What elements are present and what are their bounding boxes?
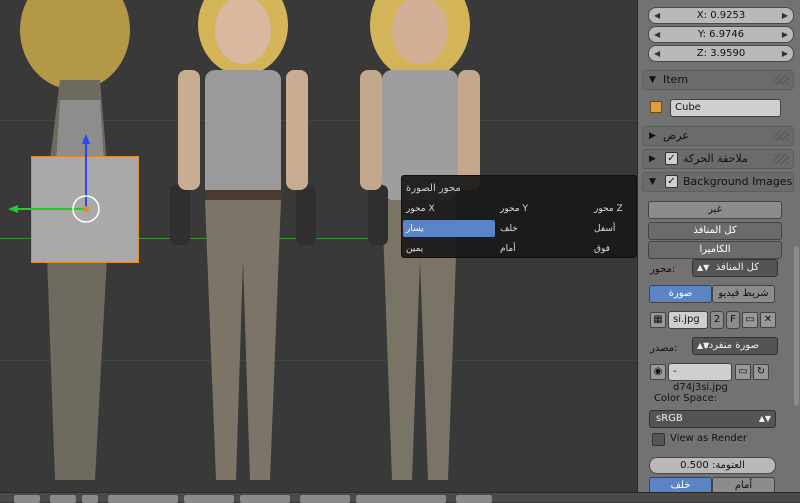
expand-triangle-icon: ▼ (649, 75, 656, 85)
view-as-render-checkbox[interactable] (652, 433, 665, 446)
source-label: مصدر: (650, 343, 678, 354)
item-section-header[interactable]: ▼ Item (642, 70, 794, 90)
reload-icon[interactable]: ↻ (753, 364, 769, 380)
popup-item-bottom[interactable]: أسفل (594, 224, 615, 234)
back-button[interactable]: خلف (649, 477, 712, 492)
view-as-render-label: View as Render (670, 433, 748, 444)
popup-title: محور الصورة (406, 183, 461, 194)
location-x-field[interactable]: ◀ X: 0.9253 ▶ (648, 7, 794, 24)
popup-item-top[interactable]: فوق (594, 244, 610, 254)
color-space-dropdown[interactable]: sRGB ▲▼ (649, 410, 776, 428)
background-images-section-header[interactable]: ▼ ✓ Background Images (642, 172, 794, 192)
background-images-checkbox[interactable]: ✓ (665, 175, 678, 188)
location-y-field[interactable]: ◀ Y: 6.9746 ▶ (648, 26, 794, 43)
file-path-field[interactable]: -d74j3si.jpg (668, 363, 732, 393)
open-file-icon[interactable]: ▭ (742, 312, 758, 328)
panel-scrollbar[interactable] (794, 246, 799, 406)
motion-tracking-checkbox[interactable]: ✓ (665, 152, 678, 165)
drag-handle-icon[interactable] (773, 131, 789, 141)
object-name-field[interactable]: Cube (670, 99, 781, 117)
close-icon[interactable]: ✕ (760, 312, 776, 328)
drag-handle-icon[interactable] (773, 154, 789, 164)
popup-item-right[interactable]: يمين (406, 244, 423, 254)
popup-col-x: محور X (406, 204, 435, 214)
drag-handle-icon[interactable] (773, 75, 789, 85)
updown-arrows-icon: ▲▼ (758, 414, 771, 423)
fake-user-button[interactable]: F (726, 311, 740, 329)
popup-item-back[interactable]: خلف (500, 224, 518, 234)
popup-col-z: محور Z (594, 204, 623, 214)
axis-camera-option[interactable]: الكاميرا (648, 241, 782, 259)
expand-triangle-icon: ▼ (649, 177, 656, 187)
axis-dropdown[interactable]: ▲▼ كل المنافذ (692, 259, 778, 277)
updown-arrows-icon: ▲▼ (697, 263, 710, 272)
image-name-field[interactable]: si.jpg (668, 311, 708, 329)
image-axis-popup-menu[interactable]: محور الصورة محور X محور Y محور Z يسار خل… (401, 175, 637, 258)
display-section-header[interactable]: ▶ عرض (642, 126, 794, 146)
popup-item-front[interactable]: أمام (500, 244, 516, 254)
front-view-figure (170, 0, 316, 480)
image-tab[interactable]: صورة (649, 285, 712, 303)
collapsed-triangle-icon: ▶ (649, 154, 656, 164)
image-file-icon: ◉ (650, 364, 666, 380)
opacity-slider[interactable]: العتومة: 0.500 (649, 457, 776, 474)
front-button[interactable]: أمام (712, 477, 775, 492)
axis-all-views-option[interactable]: كل المنافذ (648, 222, 782, 240)
axis-label: محور: (650, 264, 676, 275)
popup-item-left[interactable]: يسار (406, 224, 424, 234)
transform-manipulator[interactable] (0, 130, 140, 230)
popup-col-y: محور Y (500, 204, 528, 214)
source-dropdown[interactable]: ▲▼ صورة منفردة (692, 337, 778, 355)
3d-viewport[interactable]: محور الصورة محور X محور Y محور Z يسار خل… (0, 0, 637, 492)
cube-object-icon (650, 101, 662, 113)
image-browse-icon[interactable]: ▦ (650, 312, 666, 328)
properties-panel: ◀ X: 0.9253 ▶ ◀ Y: 6.9746 ▶ ◀ Z: 3.9590 ▶ ▼ It… (637, 0, 800, 492)
collapsed-triangle-icon: ▶ (649, 131, 656, 141)
axis-none-button[interactable]: غير (648, 201, 782, 219)
motion-tracking-section-header[interactable]: ▶ ✓ ملاحقة الحركة (642, 149, 794, 169)
movie-clip-tab[interactable]: شريط فيديو (712, 285, 775, 303)
color-space-label: Color Space: (654, 393, 718, 404)
viewport-header-bar (0, 492, 800, 503)
image-users-count[interactable]: 2 (710, 311, 724, 329)
file-browse-icon[interactable]: ▭ (735, 364, 751, 380)
location-z-field[interactable]: ◀ Z: 3.9590 ▶ (648, 45, 794, 62)
updown-arrows-icon: ▲▼ (697, 341, 710, 350)
